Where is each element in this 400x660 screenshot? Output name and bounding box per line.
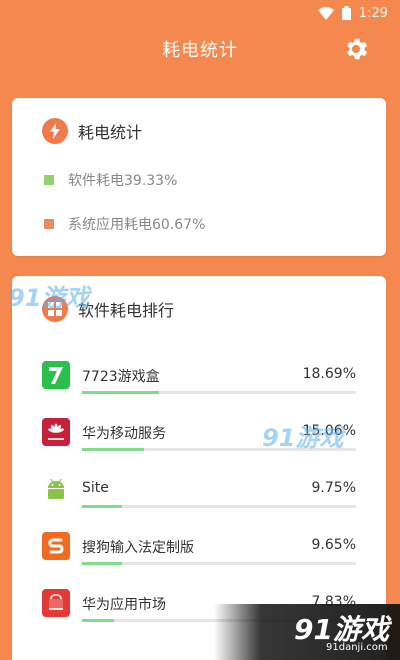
usage-bar-track xyxy=(82,619,356,622)
gear-icon[interactable] xyxy=(342,35,370,63)
wifi-icon xyxy=(317,6,334,20)
app-percent: 7.83% xyxy=(311,594,356,610)
usage-bar-fill xyxy=(82,619,115,622)
status-time: 1:29 xyxy=(358,5,388,21)
usage-bar-track xyxy=(82,505,356,508)
page-title: 耗电统计 xyxy=(162,40,238,61)
legend-system-label: 系统应用耗电60.67% xyxy=(68,217,206,233)
app-name: 搜狗输入法定制版 xyxy=(82,540,194,556)
legend-system: 系统应用耗电60.67% xyxy=(44,214,205,234)
legend-swatch-orange xyxy=(44,219,54,229)
sogou-icon xyxy=(42,532,70,560)
usage-bar-track xyxy=(82,448,356,451)
battery-icon xyxy=(341,6,351,20)
summary-card: 耗电统计 软件耗电39.33% 系统应用耗电60.67% xyxy=(12,98,386,256)
app-percent: 15.06% xyxy=(302,423,356,439)
app-name: 华为应用市场 xyxy=(82,597,166,613)
summary-title: 耗电统计 xyxy=(78,123,143,142)
usage-bar-track xyxy=(82,391,356,394)
summary-header: 耗电统计 xyxy=(42,118,142,144)
legend-software: 软件耗电39.33% xyxy=(44,170,177,190)
app-name: 7723游戏盒 xyxy=(82,369,160,385)
ranking-icon xyxy=(42,296,68,322)
huawei-icon xyxy=(42,418,70,446)
usage-bar-fill xyxy=(82,562,122,565)
app-percent: 9.75% xyxy=(311,480,356,496)
usage-bar-fill xyxy=(82,505,123,508)
legend-swatch-green xyxy=(44,175,54,185)
ranking-header: 软件耗电排行 xyxy=(42,296,174,322)
android-icon xyxy=(42,475,70,503)
usage-bar-track xyxy=(82,562,356,565)
ranking-card: 软件耗电排行 7723游戏盒 18.69% 华为移动服务 15.06% Site… xyxy=(12,276,386,660)
list-item[interactable]: 搜狗输入法定制版 9.65% xyxy=(42,532,356,589)
app-name: 华为移动服务 xyxy=(82,426,166,442)
app-percent: 9.65% xyxy=(311,537,356,553)
usage-bar-fill xyxy=(82,448,144,451)
list-item[interactable]: Site 9.75% xyxy=(42,475,356,532)
app-percent: 18.69% xyxy=(302,366,356,382)
legend-software-label: 软件耗电39.33% xyxy=(68,173,178,189)
ranking-title: 软件耗电排行 xyxy=(78,301,175,320)
list-item[interactable]: 华为移动服务 15.06% xyxy=(42,418,356,475)
huawei-appgallery-icon xyxy=(42,589,70,617)
7723-app-icon xyxy=(42,361,70,389)
app-name: Site xyxy=(82,480,109,496)
app-list: 7723游戏盒 18.69% 华为移动服务 15.06% Site 9.75% … xyxy=(42,361,356,646)
title-bar: 耗电统计 xyxy=(0,26,400,72)
list-item[interactable]: 7723游戏盒 18.69% xyxy=(42,361,356,418)
usage-bar-fill xyxy=(82,391,159,394)
status-bar: 1:29 xyxy=(0,0,400,26)
list-item[interactable]: 华为应用市场 7.83% xyxy=(42,589,356,646)
lightning-icon xyxy=(42,118,68,144)
